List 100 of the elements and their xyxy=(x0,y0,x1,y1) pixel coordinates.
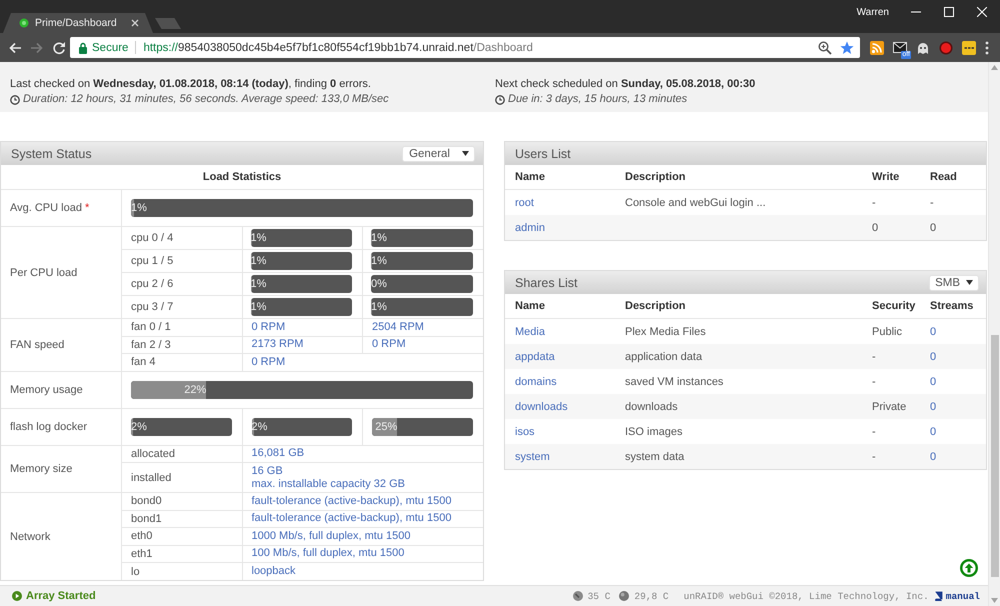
metric-label: flash log docker xyxy=(10,420,88,432)
section-heading: Load Statistics xyxy=(202,171,282,183)
star-icon[interactable] xyxy=(840,40,854,54)
share-link[interactable]: isos xyxy=(515,426,535,438)
clock-icon xyxy=(10,94,20,104)
note-mark: * xyxy=(85,202,90,214)
column-header: Name xyxy=(515,171,545,183)
item-label: installed xyxy=(131,472,172,484)
column-header: Streams xyxy=(930,300,974,312)
manual-link[interactable]: manual xyxy=(946,590,980,602)
back-icon[interactable] xyxy=(8,40,22,54)
user-link[interactable]: root xyxy=(515,196,534,208)
metric-value: fault-tolerance (active-backup), mtu 1500 xyxy=(252,512,452,524)
read-value: 0 xyxy=(930,222,936,234)
protocol-dropdown[interactable]: SMB xyxy=(929,274,979,290)
last-check-text: Last checked on Wednesday, 01.08.2018, 08:14 (today), finding 0 errors. xyxy=(10,78,372,91)
scrollbar-thumb[interactable] xyxy=(990,335,998,577)
share-description: Plex Media Files xyxy=(625,326,706,338)
profile-name[interactable]: Warren xyxy=(856,6,889,18)
metric-label: Avg. CPU load xyxy=(10,202,82,214)
bar-value: 1% xyxy=(371,232,387,244)
duration-text: Duration: 12 hours, 31 minutes, 56 seconds. Average speed: 133,0 MB/sec xyxy=(23,93,389,106)
stream-count: 0 xyxy=(930,350,936,362)
column-header: Security xyxy=(872,300,916,312)
share-link[interactable]: appdata xyxy=(515,350,555,362)
metric-label: Memory size xyxy=(10,462,72,475)
clock-icon xyxy=(495,94,505,104)
play-icon xyxy=(12,591,22,601)
stream-count: 0 xyxy=(930,426,936,438)
due-text: Due in: 3 days, 15 hours, 13 minutes xyxy=(508,93,688,106)
array-status: Array Started xyxy=(26,590,96,602)
security-value: - xyxy=(872,450,876,462)
column-header: Read xyxy=(930,171,957,183)
metric-label: Per CPU load xyxy=(10,266,78,278)
metric-value: 16 GB xyxy=(252,464,283,478)
bar-value: 1% xyxy=(131,202,147,214)
item-label: eth0 xyxy=(131,530,152,542)
share-link[interactable]: domains xyxy=(515,376,557,388)
item-label: fan 2 / 3 xyxy=(131,338,171,351)
item-label: bond1 xyxy=(131,512,162,525)
metric-value: 2173 RPM xyxy=(252,338,304,350)
share-link[interactable]: system xyxy=(515,450,550,462)
menu-icon[interactable] xyxy=(985,40,989,54)
temperature-reading: 35 C xyxy=(588,590,610,602)
share-link[interactable]: Media xyxy=(515,326,545,338)
copyright-text: unRAID® webGui ©2018, Lime Technology, Inc. xyxy=(684,590,929,602)
metric-label: Network xyxy=(10,530,50,542)
caret-icon xyxy=(966,280,973,285)
security-value: Public xyxy=(872,326,902,338)
bar-value: 25% xyxy=(375,420,398,432)
tab-close-icon[interactable] xyxy=(131,19,139,27)
browser-tab[interactable]: Prime/Dashboard xyxy=(3,13,153,33)
metric-value: 0 RPM xyxy=(372,338,406,350)
bar-value: 1% xyxy=(371,255,387,267)
close-icon[interactable] xyxy=(976,7,986,17)
record-icon[interactable] xyxy=(939,40,953,54)
metric-label: FAN speed xyxy=(10,338,64,351)
reload-icon[interactable] xyxy=(52,40,66,54)
metric-label: Memory usage xyxy=(10,384,83,396)
metric-value: 1000 Mb/s, full duplex, mtu 1500 xyxy=(252,530,410,542)
item-label: cpu 0 / 4 xyxy=(131,232,174,244)
address-field[interactable]: Secure https://9854038050dc45b4e5f7bf1c80f554cf19bb1b74.unraid.net/Dashboard xyxy=(70,37,860,58)
next-check-text: Next check scheduled on Sunday, 05.08.2018, 00:30 xyxy=(495,78,756,91)
view-dropdown[interactable]: General xyxy=(402,146,475,162)
metric-value: loopback xyxy=(252,565,296,577)
zoom-icon[interactable] xyxy=(818,40,832,54)
security-value: - xyxy=(872,376,876,388)
bar-value: 1% xyxy=(250,278,266,290)
bar-value: 2% xyxy=(252,420,268,432)
user-link[interactable]: admin xyxy=(515,222,545,234)
item-label: cpu 1 / 5 xyxy=(131,255,174,267)
share-description: ISO images xyxy=(625,426,682,438)
disk-icon xyxy=(572,591,583,601)
write-value: 0 xyxy=(872,222,878,234)
scroll-top-icon[interactable] xyxy=(960,559,978,577)
column-header: Name xyxy=(515,300,545,312)
bar-value: 22% xyxy=(184,384,206,396)
metric-value: 100 Mb/s, full duplex, mtu 1500 xyxy=(252,547,404,560)
item-label: fan 0 / 1 xyxy=(131,321,171,334)
ghost-icon[interactable] xyxy=(916,40,930,54)
share-description: downloads xyxy=(625,400,678,412)
dash-tile-icon[interactable] xyxy=(962,40,976,54)
bar-value: 1% xyxy=(250,301,266,313)
rss-icon[interactable] xyxy=(870,40,884,54)
metric-value: 0 RPM xyxy=(252,356,286,368)
metric-value: 0 RPM xyxy=(252,320,286,333)
sphere-icon xyxy=(619,591,630,601)
panel-title: Users List xyxy=(515,146,571,160)
stream-count: 0 xyxy=(930,326,936,338)
metric-value: 2504 RPM xyxy=(372,320,424,333)
maximize-icon[interactable] xyxy=(944,7,954,17)
stream-count: 0 xyxy=(930,376,936,388)
item-label: eth1 xyxy=(131,548,152,560)
item-label: fan 4 xyxy=(131,356,156,368)
share-description: saved VM instances xyxy=(625,376,724,388)
favicon-icon xyxy=(19,18,29,28)
write-value: - xyxy=(872,196,876,208)
stream-count: 0 xyxy=(930,450,936,462)
security-value: - xyxy=(872,350,876,362)
column-header: Description xyxy=(625,171,686,183)
